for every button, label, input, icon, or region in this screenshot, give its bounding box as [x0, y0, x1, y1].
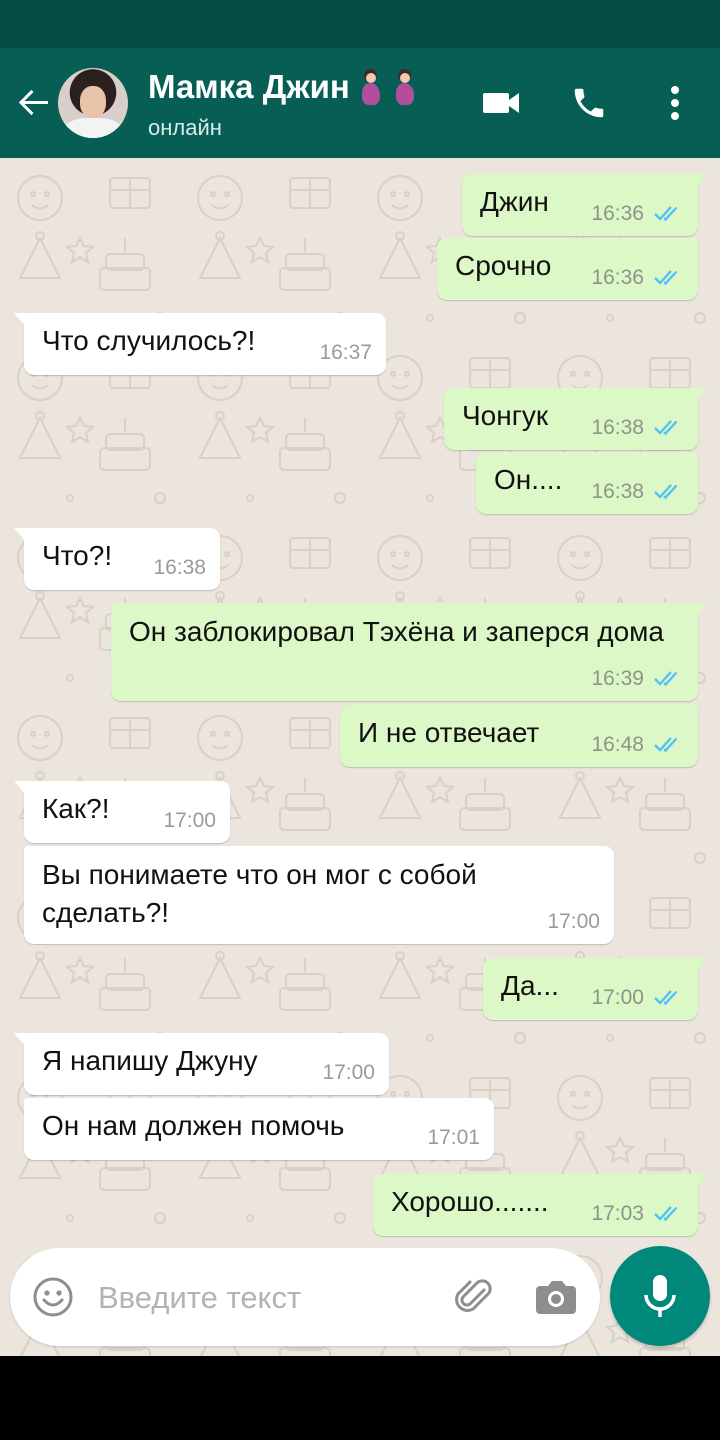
- outgoing-message[interactable]: И не отвечает 16:48: [340, 705, 698, 767]
- message-text: Он....: [494, 464, 563, 495]
- message-meta: 16:36: [591, 202, 684, 226]
- message-meta: 17:00: [163, 809, 216, 833]
- message-time: 17:00: [322, 1061, 375, 1084]
- bubble-tail: [696, 603, 708, 617]
- incoming-message[interactable]: Я напишу Джуну 17:00: [14, 1033, 389, 1095]
- message-time: 16:38: [153, 556, 206, 579]
- contact-name-text: Мамка Джин: [148, 68, 350, 105]
- incoming-message[interactable]: Что?! 16:38: [14, 528, 220, 590]
- bubble-tail: [696, 958, 708, 972]
- message-meta: 16:38: [153, 556, 206, 580]
- bubble-tail: [14, 528, 26, 542]
- pregnant-woman-emoji: [356, 69, 384, 105]
- more-vert-icon[interactable]: [652, 80, 698, 126]
- message-text: Срочно: [455, 250, 552, 281]
- read-receipt-icon: [654, 483, 684, 501]
- message-text: Что?!: [42, 540, 113, 571]
- status-bar: [0, 0, 720, 48]
- message-meta: 16:38: [591, 416, 684, 440]
- camera-icon[interactable]: [534, 1276, 578, 1318]
- bubble-tail: [14, 313, 26, 327]
- message-text: Как?!: [42, 793, 110, 824]
- outgoing-message[interactable]: Чонгук 16:38: [444, 388, 708, 450]
- message-time: 16:38: [591, 480, 644, 503]
- bubble-tail: [696, 388, 708, 402]
- contact-status: онлайн: [148, 115, 222, 140]
- mic-button[interactable]: [610, 1246, 710, 1346]
- phone-icon[interactable]: [566, 80, 612, 126]
- read-receipt-icon: [654, 419, 684, 437]
- pregnant-woman-emoji: [390, 69, 418, 105]
- message-text: Я напишу Джуну: [42, 1045, 258, 1076]
- bubble-tail: [14, 1033, 26, 1047]
- message-time: 16:39: [591, 667, 644, 690]
- outgoing-message[interactable]: Хорошо....... 17:03: [373, 1174, 708, 1236]
- outgoing-message[interactable]: Он.... 16:38: [476, 452, 698, 514]
- message-text: Хорошо.......: [391, 1186, 549, 1217]
- message-meta: 16:38: [591, 480, 684, 504]
- bubble-tail: [14, 781, 26, 795]
- message-time: 16:37: [319, 341, 372, 364]
- back-arrow-icon[interactable]: [14, 82, 54, 122]
- message-composer[interactable]: Введите текст: [10, 1248, 600, 1346]
- message-text: Джин: [480, 186, 549, 217]
- system-navigation-bar: [0, 1356, 720, 1440]
- bubble-tail: [696, 1174, 708, 1188]
- message-text: Чонгук: [462, 400, 549, 431]
- video-call-icon[interactable]: [478, 80, 524, 126]
- message-meta: 16:39: [591, 667, 684, 691]
- mic-icon: [644, 1275, 676, 1317]
- read-receipt-icon: [654, 989, 684, 1007]
- read-receipt-icon: [654, 205, 684, 223]
- message-meta: 16:48: [591, 733, 684, 757]
- message-time: 16:36: [591, 266, 644, 289]
- message-text: Он нам должен помочь: [42, 1110, 345, 1141]
- outgoing-message[interactable]: Он заблокировал Тэхёна и заперся дома 16:…: [111, 603, 708, 701]
- outgoing-message[interactable]: Джин 16:36: [462, 174, 708, 236]
- chat-header: Мамка Джин онлайн: [0, 48, 720, 158]
- emoji-icon[interactable]: [32, 1276, 74, 1318]
- outgoing-message[interactable]: Срочно 16:36: [437, 238, 698, 300]
- message-time: 16:38: [591, 416, 644, 439]
- message-text: И не отвечает: [358, 717, 540, 748]
- message-time: 17:01: [427, 1126, 480, 1149]
- contact-name[interactable]: Мамка Джин: [148, 68, 418, 106]
- message-time: 17:03: [591, 1202, 644, 1225]
- message-time: 17:00: [591, 986, 644, 1009]
- message-meta: 16:37: [319, 341, 372, 365]
- message-time: 17:00: [163, 809, 216, 832]
- outgoing-message[interactable]: Да... 17:00: [483, 958, 708, 1020]
- message-meta: 16:36: [591, 266, 684, 290]
- message-time: 16:36: [591, 202, 644, 225]
- message-meta: 17:03: [591, 1202, 684, 1226]
- incoming-message[interactable]: Он нам должен помочь 17:01: [24, 1098, 494, 1160]
- message-text: Что случилось?!: [42, 325, 256, 356]
- message-time: 16:48: [591, 733, 644, 756]
- message-meta: 17:00: [547, 910, 600, 934]
- message-time: 17:00: [547, 910, 600, 933]
- incoming-message[interactable]: Вы понимаете что он мог с собой сделать?…: [24, 846, 614, 944]
- message-text: Он заблокировал Тэхёна и заперся дома: [129, 616, 664, 647]
- message-meta: 17:01: [427, 1126, 480, 1150]
- message-input[interactable]: Введите текст: [98, 1280, 301, 1316]
- message-meta: 17:00: [591, 986, 684, 1010]
- bubble-tail: [696, 174, 708, 188]
- avatar[interactable]: [58, 68, 128, 138]
- read-receipt-icon: [654, 1205, 684, 1223]
- attach-icon[interactable]: [454, 1276, 496, 1318]
- read-receipt-icon: [654, 670, 684, 688]
- incoming-message[interactable]: Как?! 17:00: [14, 781, 230, 843]
- message-text: Вы понимаете что он мог с собой сделать?…: [42, 859, 477, 928]
- incoming-message[interactable]: Что случилось?! 16:37: [14, 313, 386, 375]
- read-receipt-icon: [654, 736, 684, 754]
- message-meta: 17:00: [322, 1061, 375, 1085]
- message-text: Да...: [501, 970, 559, 1001]
- read-receipt-icon: [654, 269, 684, 287]
